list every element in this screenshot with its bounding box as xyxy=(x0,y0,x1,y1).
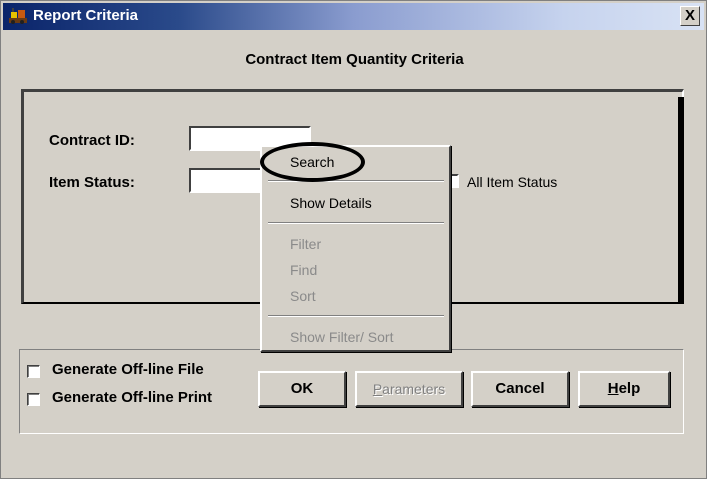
window-title: Report Criteria xyxy=(33,7,139,24)
generate-offline-print-checkbox[interactable] xyxy=(27,393,40,406)
generate-offline-file-label: Generate Off-line File xyxy=(52,361,204,378)
parameters-button[interactable]: Parameters xyxy=(355,371,463,407)
menu-separator xyxy=(268,222,444,224)
item-status-input[interactable] xyxy=(189,168,265,193)
item-status-label: Item Status: xyxy=(49,174,135,191)
help-button[interactable]: Help xyxy=(578,371,670,407)
help-label-rest: elp xyxy=(618,380,641,397)
contract-id-label: Contract ID: xyxy=(49,132,135,149)
close-button[interactable]: X xyxy=(680,6,700,26)
help-mnemonic: H xyxy=(607,380,619,397)
parameters-label-rest: arameters xyxy=(382,381,446,397)
parameters-mnemonic: P xyxy=(372,381,383,397)
close-icon: X xyxy=(684,7,695,24)
menu-separator xyxy=(268,315,444,317)
menu-item-show-details[interactable]: Show Details xyxy=(290,194,372,212)
all-item-status-checkbox[interactable] xyxy=(450,174,459,188)
context-menu: Search Show Details Filter Find Sort Sho… xyxy=(260,145,451,352)
cancel-button[interactable]: Cancel xyxy=(471,371,569,407)
menu-item-show-filter-sort[interactable]: Show Filter/ Sort xyxy=(290,328,393,346)
menu-item-sort[interactable]: Sort xyxy=(290,287,316,305)
menu-item-find[interactable]: Find xyxy=(290,261,317,279)
menu-item-filter[interactable]: Filter xyxy=(290,235,321,253)
generate-offline-file-checkbox[interactable] xyxy=(27,365,40,378)
dialog-heading: Contract Item Quantity Criteria xyxy=(245,51,464,68)
group-box-edge xyxy=(678,97,684,304)
ok-button[interactable]: OK xyxy=(258,371,346,407)
menu-separator xyxy=(268,180,444,182)
generate-offline-print-label: Generate Off-line Print xyxy=(52,389,213,406)
app-icon xyxy=(9,8,27,24)
menu-item-search[interactable]: Search xyxy=(290,153,334,171)
report-criteria-window: Report Criteria X Contract Item Quantity… xyxy=(0,0,707,479)
title-bar[interactable]: Report Criteria X xyxy=(3,3,704,30)
all-item-status-label: All Item Status xyxy=(467,174,558,190)
